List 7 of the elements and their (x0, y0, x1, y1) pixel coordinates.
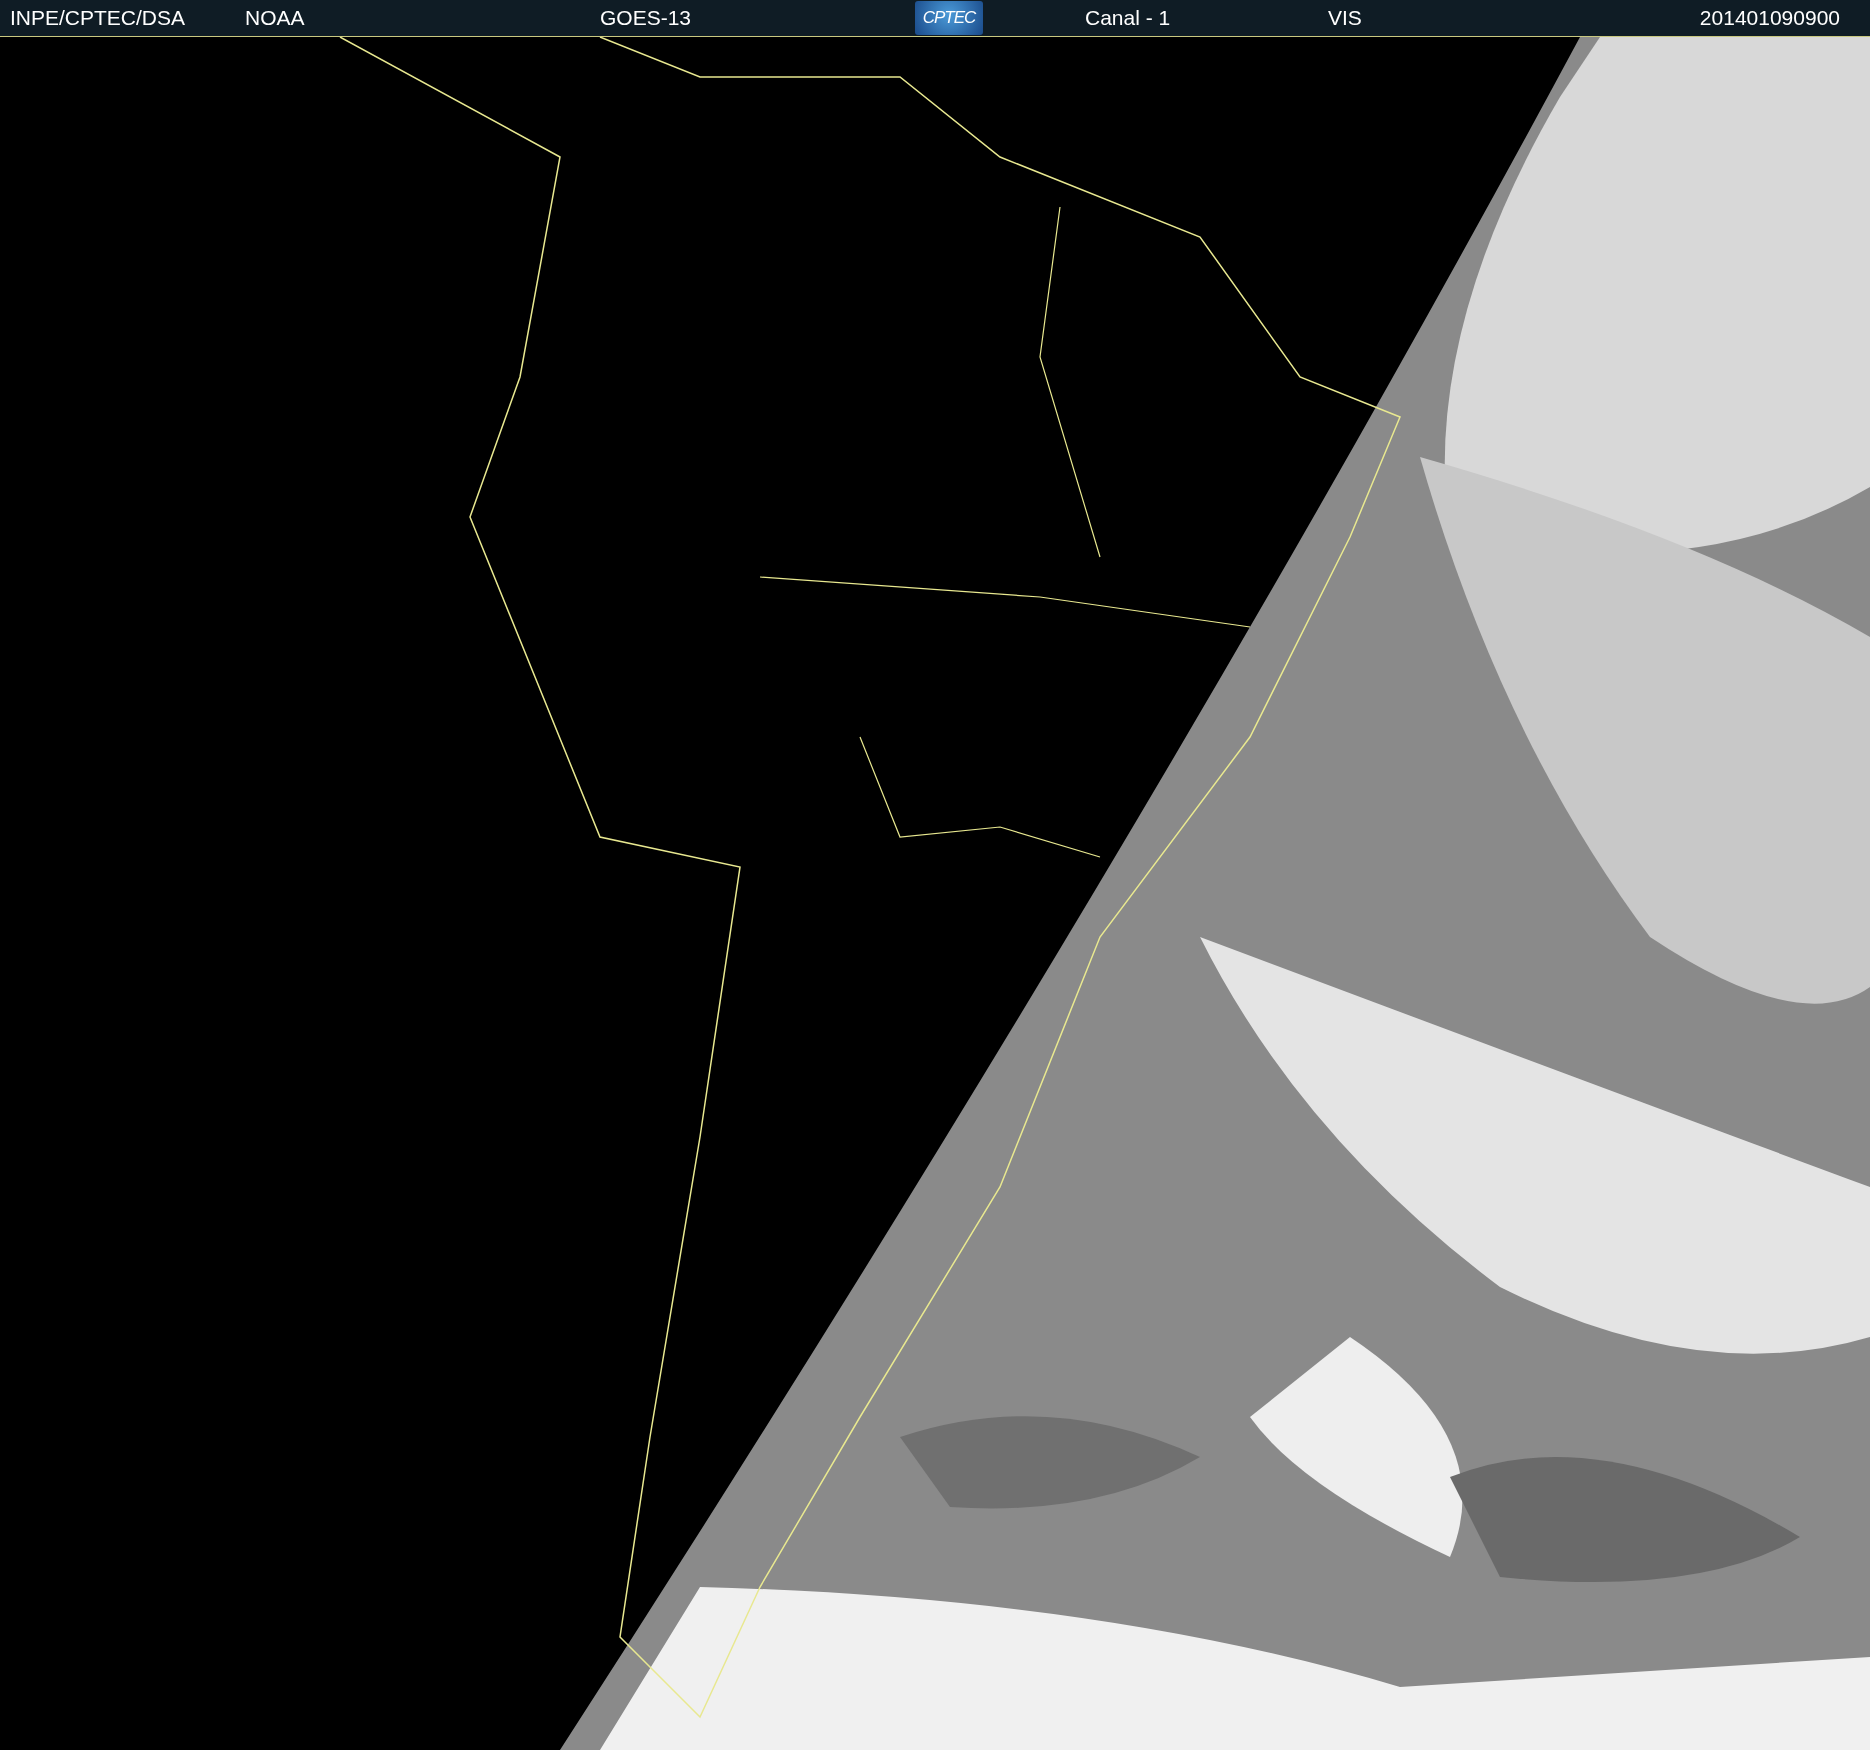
source-label: INPE/CPTEC/DSA (9, 6, 187, 30)
satellite-label: GOES-13 (599, 6, 693, 30)
timestamp-label: 201401090900 (1698, 6, 1841, 30)
band-label: VIS (1327, 6, 1363, 30)
logo: CPTEC (915, 1, 983, 35)
channel-label: Canal - 1 (1084, 6, 1172, 30)
agency-label: NOAA (244, 6, 306, 30)
